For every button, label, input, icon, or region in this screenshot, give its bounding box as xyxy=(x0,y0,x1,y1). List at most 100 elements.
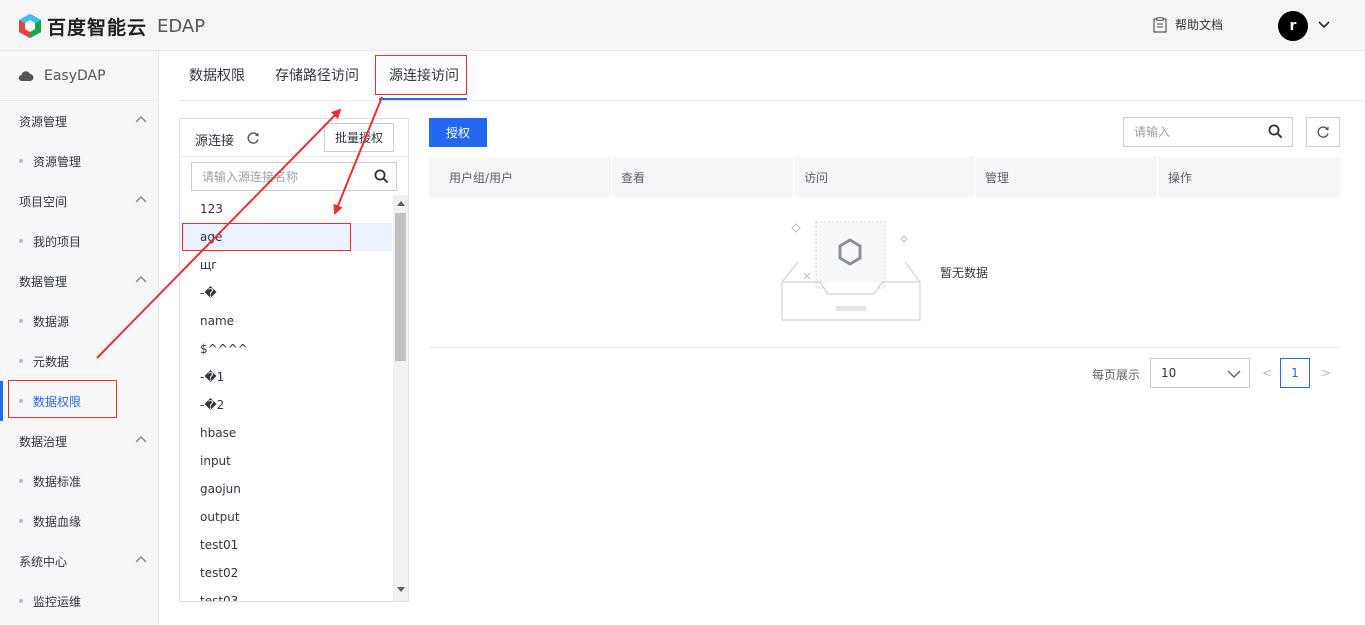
chevron-down-icon[interactable] xyxy=(1318,20,1330,30)
table-refresh-button[interactable] xyxy=(1306,117,1340,147)
list-item[interactable]: 123 xyxy=(180,195,392,223)
per-page-select[interactable]: 10 xyxy=(1150,358,1250,388)
sidebar-item-label: 数据源 xyxy=(33,314,70,329)
sidebar-item-metadata[interactable]: 元数据 xyxy=(0,341,158,381)
scroll-up-icon[interactable] xyxy=(397,201,405,206)
list-item[interactable]: -� xyxy=(180,279,392,307)
bullet-icon xyxy=(19,319,23,323)
search-icon[interactable] xyxy=(374,169,389,184)
tab-bar: 数据权限 存储路径访问 源连接访问 xyxy=(179,51,1365,101)
permission-search-input[interactable] xyxy=(1124,118,1254,146)
empty-box-icon xyxy=(781,221,921,321)
sidebar-group-data-governance[interactable]: 数据治理 xyxy=(0,421,158,461)
avatar[interactable]: r xyxy=(1278,11,1308,41)
workspace-switcher[interactable]: EasyDAP xyxy=(0,51,158,101)
annotation-box-sidebar xyxy=(8,380,117,418)
bullet-icon xyxy=(19,159,23,163)
table-header: 用户组/用户 查看 访问 管理 操作 xyxy=(429,157,1340,197)
top-bar: 百度智能云 EDAP 帮助文档 r xyxy=(0,0,1365,51)
panel-header: 源连接 批量授权 xyxy=(180,119,408,157)
panel-title: 源连接 xyxy=(195,134,235,149)
bullet-icon xyxy=(19,359,23,363)
brand-name: 百度智能云 xyxy=(47,16,148,39)
sidebar-group-label: 系统中心 xyxy=(19,554,68,569)
list-item[interactable]: test01 xyxy=(180,531,392,559)
column-header-view: 查看 xyxy=(621,170,646,185)
refresh-icon[interactable] xyxy=(246,131,260,145)
search-icon[interactable] xyxy=(1268,124,1283,139)
column-divider xyxy=(611,157,612,197)
column-header-manage: 管理 xyxy=(985,170,1010,185)
bullet-icon xyxy=(19,479,23,483)
list-scrollbar[interactable] xyxy=(393,195,408,601)
page-number-button[interactable]: 1 xyxy=(1280,358,1310,388)
sidebar-item-label: 数据标准 xyxy=(33,474,82,489)
column-divider xyxy=(975,157,976,197)
column-header-actions: 操作 xyxy=(1168,170,1193,185)
workspace-name: EasyDAP xyxy=(44,67,106,84)
list-item[interactable]: test03 xyxy=(180,587,392,601)
sidebar-group-label: 数据治理 xyxy=(19,434,68,449)
sidebar-group-project[interactable]: 项目空间 xyxy=(0,181,158,221)
list-item[interactable]: hbase xyxy=(180,419,392,447)
active-tab-indicator xyxy=(379,98,467,100)
document-icon xyxy=(1153,16,1167,33)
sidebar-group-label: 项目空间 xyxy=(19,194,68,209)
divider xyxy=(429,347,1340,348)
source-connection-panel: 源连接 批量授权 123 age щr -� name $^^^^ -�1 -�… xyxy=(179,118,409,602)
annotation-box-list-item xyxy=(182,223,351,251)
list-item[interactable]: input xyxy=(180,447,392,475)
chevron-up-icon xyxy=(135,195,147,203)
list-item[interactable]: щr xyxy=(180,251,392,279)
list-item[interactable]: -�2 xyxy=(180,391,392,419)
logo[interactable]: 百度智能云 EDAP xyxy=(18,13,205,39)
tab-data-permission[interactable]: 数据权限 xyxy=(189,65,245,85)
help-docs-link[interactable]: 帮助文档 xyxy=(1153,16,1223,33)
sidebar-item-label: 数据血缘 xyxy=(33,514,82,529)
scroll-down-icon[interactable] xyxy=(397,587,405,592)
sidebar-group-label: 数据管理 xyxy=(19,274,68,289)
source-connection-list: 123 age щr -� name $^^^^ -�1 -�2 hbase i… xyxy=(180,195,392,601)
product-name: EDAP xyxy=(157,15,206,37)
sidebar-item-datasource[interactable]: 数据源 xyxy=(0,301,158,341)
chevron-down-icon xyxy=(1227,370,1241,379)
sidebar-group-resource[interactable]: 资源管理 xyxy=(0,101,158,141)
chevron-up-icon xyxy=(135,275,147,283)
tab-storage-path-access[interactable]: 存储路径访问 xyxy=(275,65,359,85)
source-search-input[interactable] xyxy=(192,163,362,190)
column-header-access: 访问 xyxy=(804,170,829,185)
sidebar-group-label: 资源管理 xyxy=(19,114,68,129)
previous-page-button[interactable]: < xyxy=(1262,366,1272,380)
next-page-button[interactable]: > xyxy=(1321,366,1331,380)
sidebar-group-data-management[interactable]: 数据管理 xyxy=(0,261,158,301)
list-item[interactable]: gaojun xyxy=(180,475,392,503)
sidebar-item-label: 我的项目 xyxy=(33,234,82,249)
column-divider xyxy=(793,157,794,197)
chevron-up-icon xyxy=(135,555,147,563)
column-divider xyxy=(1157,157,1158,197)
scroll-thumb[interactable] xyxy=(395,213,406,361)
chevron-up-icon xyxy=(135,115,147,123)
list-item[interactable]: test02 xyxy=(180,559,392,587)
empty-state-text: 暂无数据 xyxy=(940,266,989,280)
sidebar: EasyDAP 资源管理 资源管理 项目空间 我的项目 数据管理 数据源 元数据… xyxy=(0,51,159,625)
list-item[interactable]: name xyxy=(180,307,392,335)
sidebar-item-data-lineage[interactable]: 数据血缘 xyxy=(0,501,158,541)
refresh-icon xyxy=(1317,126,1329,138)
chevron-up-icon xyxy=(135,435,147,443)
sidebar-group-system-center[interactable]: 系统中心 xyxy=(0,541,158,581)
sidebar-item-data-standard[interactable]: 数据标准 xyxy=(0,461,158,501)
list-item[interactable]: $^^^^ xyxy=(180,335,392,363)
batch-grant-button[interactable]: 批量授权 xyxy=(324,123,394,152)
sidebar-item-my-projects[interactable]: 我的项目 xyxy=(0,221,158,261)
sidebar-item-label: 监控运维 xyxy=(33,594,82,609)
column-header-user: 用户组/用户 xyxy=(449,170,514,185)
list-item[interactable]: output xyxy=(180,503,392,531)
source-search-box xyxy=(191,162,397,191)
grant-button[interactable]: 授权 xyxy=(429,118,487,147)
sidebar-item-resource-management[interactable]: 资源管理 xyxy=(0,141,158,181)
sidebar-item-label: 元数据 xyxy=(33,354,70,369)
sidebar-item-monitoring[interactable]: 监控运维 xyxy=(0,581,158,621)
list-item[interactable]: -�1 xyxy=(180,363,392,391)
per-page-label: 每页展示 xyxy=(1092,368,1141,382)
